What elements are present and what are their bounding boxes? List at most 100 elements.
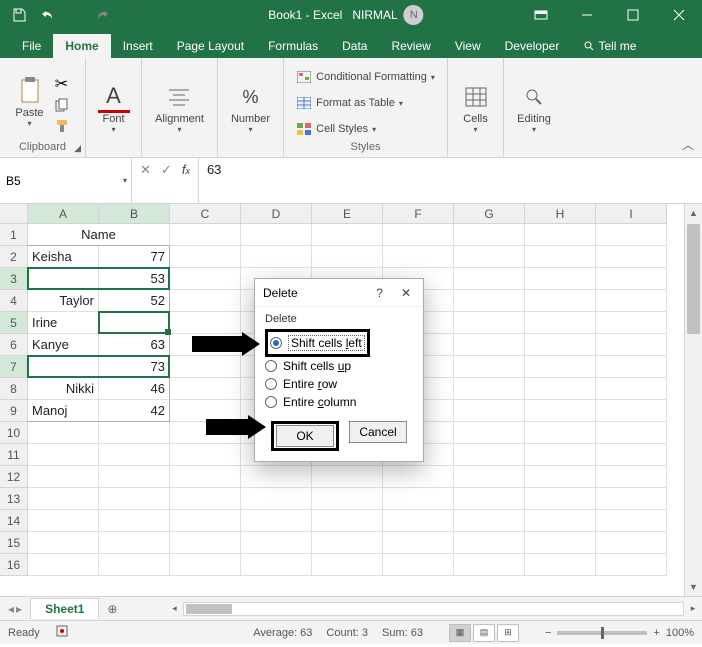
zoom-out-icon[interactable]: −: [545, 627, 551, 639]
col-header[interactable]: F: [383, 204, 454, 224]
font-button[interactable]: AFont▾: [98, 81, 130, 134]
maximize-icon[interactable]: [610, 0, 656, 30]
sheet-tab[interactable]: Sheet1: [30, 598, 99, 619]
cell[interactable]: [454, 224, 525, 246]
cell[interactable]: Name: [28, 224, 170, 246]
row-header[interactable]: 15: [0, 532, 28, 554]
row-header[interactable]: 6: [0, 334, 28, 356]
save-icon[interactable]: [8, 4, 30, 26]
cell[interactable]: [99, 422, 170, 444]
undo-icon[interactable]: [36, 4, 58, 26]
col-header[interactable]: A: [28, 204, 99, 224]
cell[interactable]: [28, 422, 99, 444]
cell[interactable]: [596, 334, 667, 356]
cell[interactable]: [525, 312, 596, 334]
col-header[interactable]: G: [454, 204, 525, 224]
dialog-help-icon[interactable]: ?: [372, 286, 387, 300]
cell[interactable]: [596, 290, 667, 312]
cell[interactable]: [525, 224, 596, 246]
undo-dropdown[interactable]: ▾: [64, 4, 86, 26]
row-header[interactable]: 3: [0, 268, 28, 290]
cell[interactable]: [596, 422, 667, 444]
cells-button[interactable]: Cells▾: [460, 81, 492, 134]
row-header[interactable]: 11: [0, 444, 28, 466]
cell[interactable]: [170, 268, 241, 290]
row-header[interactable]: 9: [0, 400, 28, 422]
tab-view[interactable]: View: [443, 34, 493, 58]
row-header[interactable]: 4: [0, 290, 28, 312]
radio-entire-row[interactable]: Entire row: [265, 375, 413, 393]
cell[interactable]: 53: [99, 268, 170, 290]
view-normal-icon[interactable]: ▦: [449, 624, 471, 642]
row-header[interactable]: 2: [0, 246, 28, 268]
cell[interactable]: [525, 246, 596, 268]
dialog-close-icon[interactable]: ✕: [397, 286, 415, 300]
cell[interactable]: [170, 378, 241, 400]
namebox-dropdown-icon[interactable]: ▾: [123, 176, 127, 185]
cell[interactable]: [525, 378, 596, 400]
cell[interactable]: [312, 224, 383, 246]
row-header[interactable]: 14: [0, 510, 28, 532]
cell[interactable]: [454, 268, 525, 290]
radio-entire-column[interactable]: Entire column: [265, 393, 413, 411]
cell[interactable]: [525, 422, 596, 444]
tab-developer[interactable]: Developer: [493, 34, 572, 58]
formula-content[interactable]: 63: [199, 158, 702, 203]
collapse-ribbon-icon[interactable]: ︿: [682, 136, 694, 153]
conditional-formatting-button[interactable]: Conditional Formatting▾: [296, 66, 435, 88]
cell[interactable]: [525, 356, 596, 378]
tab-insert[interactable]: Insert: [111, 34, 165, 58]
scroll-thumb[interactable]: [687, 224, 700, 334]
cell[interactable]: Irine: [28, 312, 99, 334]
cell[interactable]: 63: [99, 334, 170, 356]
cell[interactable]: Keisha: [28, 246, 99, 268]
scroll-left-icon[interactable]: ◂: [165, 603, 183, 614]
zoom-in-icon[interactable]: +: [653, 627, 659, 639]
ok-button[interactable]: OK: [276, 425, 334, 447]
add-sheet-icon[interactable]: ⊕: [99, 602, 125, 616]
editing-button[interactable]: Editing▾: [517, 81, 551, 134]
minimize-icon[interactable]: [564, 0, 610, 30]
cell[interactable]: [241, 246, 312, 268]
cell[interactable]: [99, 312, 170, 334]
cell[interactable]: [596, 400, 667, 422]
enter-formula-icon[interactable]: ✓: [161, 162, 172, 178]
col-header[interactable]: H: [525, 204, 596, 224]
cell[interactable]: [312, 246, 383, 268]
cell[interactable]: [525, 400, 596, 422]
cell[interactable]: [596, 312, 667, 334]
tab-page-layout[interactable]: Page Layout: [165, 34, 256, 58]
cell[interactable]: [170, 290, 241, 312]
ribbon-options-icon[interactable]: [518, 0, 564, 30]
row-header[interactable]: 7: [0, 356, 28, 378]
cell[interactable]: 46: [99, 378, 170, 400]
cell[interactable]: [28, 356, 99, 378]
cell[interactable]: Kanye: [28, 334, 99, 356]
cell[interactable]: [170, 246, 241, 268]
col-header[interactable]: D: [241, 204, 312, 224]
zoom-level[interactable]: 100%: [666, 627, 694, 639]
vertical-scrollbar[interactable]: ▲ ▼: [684, 204, 702, 596]
number-button[interactable]: %Number▾: [231, 81, 270, 134]
zoom-slider[interactable]: [557, 631, 647, 635]
cell[interactable]: [596, 356, 667, 378]
paste-button[interactable]: Paste ▾: [14, 75, 46, 128]
cell[interactable]: [525, 334, 596, 356]
copy-icon[interactable]: [52, 96, 72, 114]
col-header[interactable]: E: [312, 204, 383, 224]
cell[interactable]: [383, 246, 454, 268]
paste-dropdown[interactable]: ▾: [27, 119, 31, 128]
cell[interactable]: Nikki: [28, 378, 99, 400]
cell[interactable]: [525, 290, 596, 312]
cancel-button[interactable]: Cancel: [349, 421, 407, 443]
cell[interactable]: 42: [99, 400, 170, 422]
tab-data[interactable]: Data: [330, 34, 379, 58]
col-header[interactable]: B: [99, 204, 170, 224]
qat-customize[interactable]: ▾: [120, 4, 142, 26]
cell[interactable]: [454, 246, 525, 268]
cancel-formula-icon[interactable]: ✕: [140, 162, 151, 178]
close-icon[interactable]: [656, 0, 702, 30]
tab-formulas[interactable]: Formulas: [256, 34, 330, 58]
tab-home[interactable]: Home: [53, 34, 110, 58]
view-page-layout-icon[interactable]: ▤: [473, 624, 495, 642]
